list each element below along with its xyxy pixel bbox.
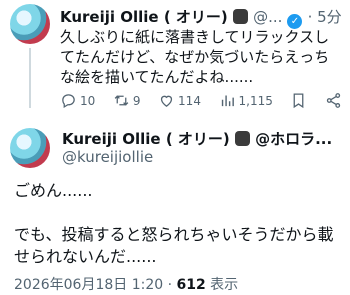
tweet-text-line-1: ごめん...... (14, 181, 93, 200)
tweet-actions: 10 9 114 1,115 (60, 92, 342, 109)
tweet-meta: 2026年06月18日 1:20 · 612 表示 (14, 274, 238, 294)
reply-count: 10 (80, 93, 96, 108)
retweet-icon (114, 95, 129, 106)
bookmark-icon (294, 93, 304, 109)
thread-line (29, 48, 31, 108)
views-count: 1,115 (238, 93, 273, 108)
views-button[interactable]: 1,115 (219, 92, 273, 109)
handle[interactable]: @kureijiollie (62, 148, 153, 166)
retweet-count: 9 (132, 93, 141, 108)
tweet-header: Kureiji Ollie ( オリー) @... ✓ · 5分 (60, 6, 350, 29)
display-name[interactable]: Kureiji Ollie ( オリー) (62, 130, 235, 148)
like-count: 114 (178, 93, 201, 108)
handle[interactable]: @... (253, 8, 282, 26)
reply-icon (62, 94, 75, 109)
retweet-button[interactable]: 9 (113, 92, 141, 109)
avatar[interactable] (10, 128, 50, 168)
views-icon (221, 95, 234, 107)
tweet-text: 久しぶりに紙に落書きしてリラックスしてたんだけど、なぜか気づいたらえっちな絵を描… (60, 28, 330, 86)
views-label: 表示 (205, 277, 239, 293)
affiliation[interactable]: @ホロラ... (255, 130, 332, 148)
tweet-text-line-2: でも、投稿すると怒られちゃいそうだから載せられないんだ...... (14, 225, 334, 266)
like-icon (160, 95, 173, 107)
share-icon (326, 93, 341, 108)
timestamp[interactable]: · 5分 (308, 8, 342, 26)
main-tweet-header: Kureiji Ollie ( オリー) @ホロラ... (62, 128, 350, 149)
share-button[interactable] (325, 92, 342, 109)
emoji-icon (232, 9, 248, 24)
reply-button[interactable]: 10 (60, 92, 95, 109)
tweet-date[interactable]: 2026年06月18日 1:20 · (14, 277, 177, 293)
display-name[interactable]: Kureiji Ollie ( オリー) (60, 8, 233, 26)
avatar[interactable] (10, 4, 50, 44)
bookmark-button[interactable] (290, 92, 307, 109)
like-button[interactable]: 114 (158, 92, 201, 109)
view-count: 612 (176, 277, 206, 293)
emoji-icon (234, 131, 250, 146)
